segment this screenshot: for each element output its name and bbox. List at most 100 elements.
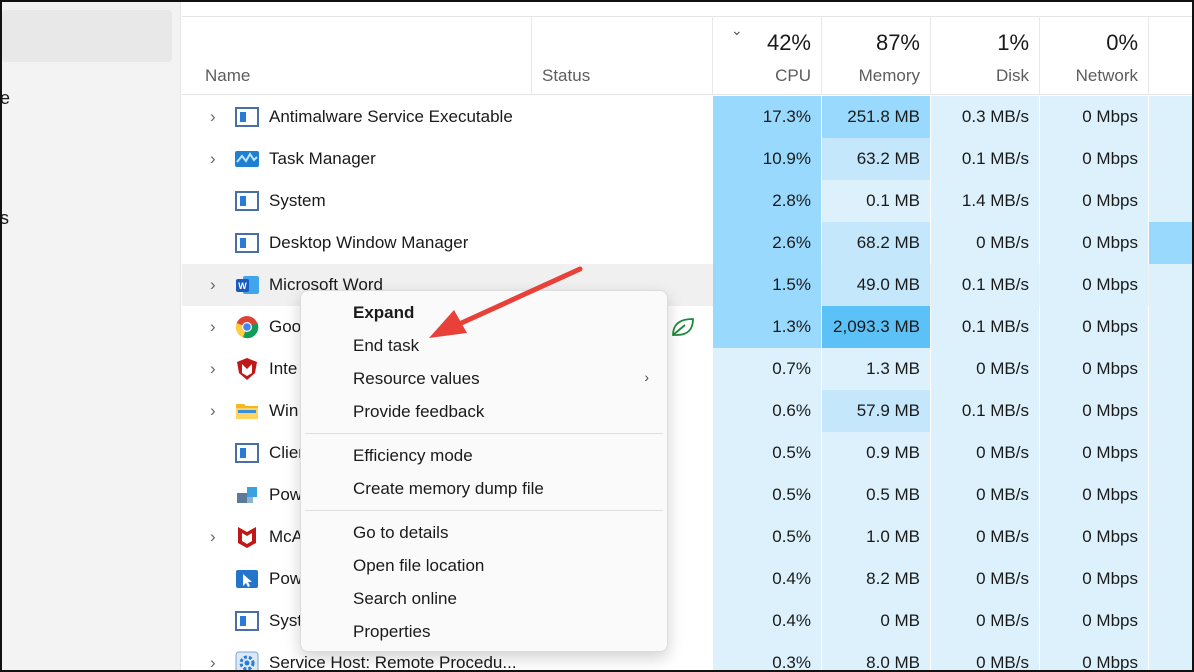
- process-disk: 0 MB/s: [931, 642, 1039, 670]
- process-name-cell: Desktop Window Manager: [182, 222, 532, 264]
- process-row[interactable]: › Antimalware Service Executable 17.3% 251.…: [182, 96, 1192, 138]
- chevron-right-icon[interactable]: ›: [210, 138, 216, 180]
- process-cpu: 2.6%: [713, 222, 821, 264]
- process-cpu: 0.4%: [713, 600, 821, 642]
- process-extra: [1149, 138, 1192, 180]
- process-cpu: 10.9%: [713, 138, 821, 180]
- menu-item-provide-feedback[interactable]: Provide feedback: [353, 402, 484, 422]
- chrome-icon: [235, 316, 259, 339]
- process-cpu: 2.8%: [713, 180, 821, 222]
- chevron-right-icon[interactable]: ›: [210, 306, 216, 348]
- folder-icon: [236, 404, 258, 419]
- menu-item-search-online[interactable]: Search online: [353, 589, 457, 609]
- process-name: McA: [269, 527, 303, 546]
- process-cpu: 0.7%: [713, 348, 821, 390]
- chevron-right-icon[interactable]: ›: [210, 390, 216, 432]
- column-header-name[interactable]: Name: [182, 16, 532, 94]
- process-cpu: 0.5%: [713, 432, 821, 474]
- column-header-extra[interactable]: [1149, 16, 1192, 94]
- process-name: Inte: [269, 359, 298, 378]
- process-name: Antimalware Service Executable: [269, 107, 513, 126]
- menu-separator: [305, 510, 663, 511]
- sidebar-selected-item[interactable]: [2, 10, 172, 62]
- chevron-right-icon[interactable]: ›: [210, 642, 216, 670]
- process-extra: [1149, 432, 1192, 474]
- chevron-right-icon[interactable]: ›: [210, 96, 216, 138]
- column-header-cpu[interactable]: ⌄ 42% CPU: [713, 16, 822, 94]
- menu-item-properties[interactable]: Properties: [353, 622, 430, 642]
- process-memory: 1.0 MB: [822, 516, 930, 558]
- window-app-icon: [235, 233, 259, 253]
- mcafee-icon: [238, 527, 256, 548]
- process-row[interactable]: System 2.8% 0.1 MB 1.4 MB/s 0 Mbps: [182, 180, 1192, 222]
- menu-item-go-to-details[interactable]: Go to details: [353, 523, 448, 543]
- process-cpu: 0.6%: [713, 390, 821, 432]
- header-divider: [182, 94, 1192, 95]
- process-memory: 251.8 MB: [822, 96, 930, 138]
- process-disk: 0 MB/s: [931, 222, 1039, 264]
- window-app-icon: [235, 107, 259, 127]
- process-memory: 63.2 MB: [822, 138, 930, 180]
- column-label-status: Status: [542, 66, 591, 85]
- process-cpu: 17.3%: [713, 96, 821, 138]
- process-disk: 1.4 MB/s: [931, 180, 1039, 222]
- chevron-right-icon[interactable]: ›: [210, 348, 216, 390]
- menu-separator: [305, 433, 663, 434]
- sidebar-item-label-fragment[interactable]: e: [2, 88, 10, 109]
- process-network: 0 Mbps: [1040, 642, 1148, 670]
- process-extra: [1149, 474, 1192, 516]
- menu-item-create-memory-dump[interactable]: Create memory dump file: [353, 479, 544, 499]
- process-disk: 0.1 MB/s: [931, 138, 1039, 180]
- process-row[interactable]: › Task Manager 10.9% 63.2 MB 0.1 MB/s 0 Mbps: [182, 138, 1192, 180]
- svg-text:W: W: [238, 281, 247, 291]
- window-app-icon: [235, 191, 259, 211]
- column-header-memory[interactable]: 87% Memory: [822, 16, 931, 94]
- process-disk: 0 MB/s: [931, 474, 1039, 516]
- process-name: Pow: [269, 569, 303, 588]
- chevron-right-icon[interactable]: ›: [210, 264, 216, 306]
- column-label-cpu: CPU: [775, 66, 811, 85]
- process-row[interactable]: Desktop Window Manager 2.6% 68.2 MB 0 MB/s 0…: [182, 222, 1192, 264]
- process-network: 0 Mbps: [1040, 138, 1148, 180]
- process-memory: 8.0 MB: [822, 642, 930, 670]
- column-label-disk: Disk: [995, 66, 1029, 85]
- process-name: Goo: [269, 317, 302, 336]
- process-extra: [1149, 264, 1192, 306]
- pointer-app-icon: [236, 570, 258, 588]
- process-network: 0 Mbps: [1040, 390, 1148, 432]
- process-name: Clier: [269, 443, 304, 462]
- process-extra: [1149, 180, 1192, 222]
- process-network: 0 Mbps: [1040, 96, 1148, 138]
- menu-item-expand[interactable]: Expand: [353, 303, 414, 323]
- process-network: 0 Mbps: [1040, 516, 1148, 558]
- process-cpu: 0.5%: [713, 474, 821, 516]
- menu-item-end-task[interactable]: End task: [353, 336, 419, 356]
- process-status-cell: [532, 222, 712, 264]
- process-network: 0 Mbps: [1040, 432, 1148, 474]
- menu-item-resource-values[interactable]: Resource values: [353, 369, 480, 389]
- process-extra: [1149, 600, 1192, 642]
- menu-item-efficiency-mode[interactable]: Efficiency mode: [353, 446, 473, 466]
- process-disk: 0.1 MB/s: [931, 306, 1039, 348]
- process-disk: 0 MB/s: [931, 600, 1039, 642]
- process-memory: 57.9 MB: [822, 390, 930, 432]
- column-header-status[interactable]: Status: [532, 16, 713, 94]
- process-status-cell: [532, 96, 712, 138]
- window-app-icon: [235, 611, 259, 631]
- process-disk: 0 MB/s: [931, 558, 1039, 600]
- window-app-icon: [235, 443, 259, 463]
- menu-item-open-file-location[interactable]: Open file location: [353, 556, 484, 576]
- sidebar-item-label-fragment[interactable]: s: [2, 208, 9, 229]
- process-status-cell: [532, 180, 712, 222]
- process-extra: [1149, 306, 1192, 348]
- process-extra: [1149, 642, 1192, 670]
- process-memory: 2,093.3 MB: [822, 306, 930, 348]
- chevron-right-icon[interactable]: ›: [210, 516, 216, 558]
- process-extra: [1149, 222, 1192, 264]
- process-name-cell: › Task Manager: [182, 138, 532, 180]
- column-header-network[interactable]: 0% Network: [1040, 16, 1149, 94]
- process-cpu: 1.3%: [713, 306, 821, 348]
- column-header-disk[interactable]: 1% Disk: [931, 16, 1040, 94]
- process-name-cell: › Antimalware Service Executable: [182, 96, 532, 138]
- gear-app-icon: [235, 651, 259, 670]
